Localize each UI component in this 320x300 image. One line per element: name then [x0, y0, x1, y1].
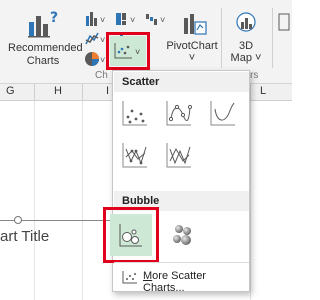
svg-text:˅: ˅ — [160, 15, 165, 25]
svg-text:˅: ˅ — [130, 15, 135, 25]
svg-text:?: ? — [50, 10, 58, 26]
chart-resize-handle[interactable] — [14, 216, 22, 224]
scatter-straight-lines-icon — [166, 143, 191, 168]
scatter-smooth-lines-icon — [210, 101, 235, 126]
bubble-option-highlight — [103, 207, 159, 263]
3d-map-icon — [236, 12, 256, 32]
recommended-charts-label: Recommended Charts — [8, 42, 83, 67]
scatter-straight-markers-icon — [122, 143, 147, 168]
column-chart-icon: ˅ — [86, 12, 105, 26]
scatter-smooth-lines-markers-option[interactable] — [163, 97, 195, 129]
charts-group-label: Ch — [95, 70, 108, 81]
hierarchy-chart-button[interactable]: ˅ — [114, 10, 140, 28]
column-header-g[interactable]: G — [6, 85, 15, 97]
column-header-i[interactable]: I — [106, 85, 109, 97]
3d-map-label-text: Map — [230, 52, 252, 64]
scatter-markers-icon — [122, 101, 147, 126]
3d-map-chevron-icon: ˅ — [255, 52, 262, 64]
hierarchy-chart-icon: ˅ — [116, 13, 135, 25]
sparkline-icon — [278, 13, 290, 31]
waterfall-chart-icon: ˅ — [146, 14, 165, 25]
svg-text:˅: ˅ — [100, 15, 105, 25]
pivotchart-button[interactable]: PivotChart ˅ — [166, 8, 218, 68]
column-header-h[interactable]: H — [54, 85, 62, 97]
svg-text:˅: ˅ — [100, 55, 105, 65]
waterfall-chart-button[interactable]: ˅ — [144, 10, 170, 28]
scatter-section-header: Scatter — [114, 72, 249, 92]
grid-line — [34, 101, 35, 300]
more-charts-icon — [122, 271, 137, 284]
scatter-straight-lines-markers-option[interactable] — [119, 139, 151, 171]
more-scatter-charts-label: More Scatter Charts... — [143, 270, 206, 294]
more-scatter-charts-item[interactable]: More Scatter Charts... — [114, 266, 249, 294]
column-chart-button[interactable]: ˅ — [84, 10, 110, 28]
column-divider — [34, 84, 35, 101]
column-header-l[interactable]: L — [260, 85, 266, 97]
sparkline-button[interactable] — [276, 10, 292, 34]
group-separator — [221, 8, 222, 68]
3d-bubble-icon — [173, 225, 191, 245]
3d-map-label-line2: Map ˅ — [226, 52, 266, 65]
chart-title[interactable]: art Title — [0, 228, 49, 245]
tours-group-label: rs — [250, 70, 259, 81]
grid-line — [82, 101, 83, 300]
scatter-smooth-markers-icon — [166, 101, 193, 126]
group-separator — [272, 8, 273, 68]
recommended-charts-button[interactable]: ? Recommended Charts — [8, 8, 83, 68]
pivotchart-icon — [184, 14, 207, 35]
menu-separator — [114, 262, 249, 263]
column-divider — [250, 84, 251, 101]
3d-map-button[interactable]: 3D Map ˅ — [226, 8, 266, 68]
grid-line — [250, 101, 251, 300]
svg-text:˅: ˅ — [100, 35, 105, 45]
scatter-button-highlight — [106, 32, 150, 70]
scatter-markers-only-option[interactable] — [119, 97, 151, 129]
scatter-chart-dropdown: Scatter Bubble More Scatter Charts... — [103, 70, 250, 294]
recommended-charts-icon: ? — [28, 10, 58, 38]
column-divider — [82, 84, 83, 101]
3d-bubble-option[interactable] — [167, 219, 199, 251]
pivotchart-chevron-icon: ˅ — [188, 52, 196, 64]
scatter-smooth-lines-option[interactable] — [207, 97, 239, 129]
scatter-straight-lines-option[interactable] — [163, 139, 195, 171]
